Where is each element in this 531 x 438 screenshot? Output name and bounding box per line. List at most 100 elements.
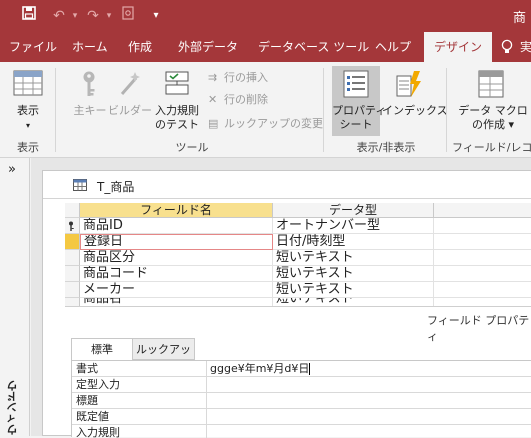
select-all-corner[interactable] [65,203,80,218]
redo-icon[interactable]: ↷ [84,6,102,26]
data-macros-label-line2: の作成 ▾ [471,118,515,131]
tab-lookup[interactable]: ルックアップ [133,338,195,378]
insert-rows-button[interactable]: ⇉ 行の挿入 [208,70,268,86]
delete-rows-icon: ✕ [208,93,218,106]
property-sheet-icon [343,70,369,101]
property-partial-row: 入力規則 [72,425,531,438]
title-bar: ↶ ▾ ↷ ▾ ▾ 商 [0,0,531,32]
property-value-caption[interactable] [207,393,531,409]
row-selector[interactable] [65,218,80,234]
ribbon-divider [446,68,447,152]
tell-me-text-fragment[interactable]: 実 [520,32,531,62]
group-label-view: 表示 [17,141,39,154]
property-value-default-value[interactable] [207,409,531,425]
key-icon [80,70,98,101]
modify-lookups-label: ルックアップの変更 [224,117,323,130]
row-selector[interactable] [65,298,80,306]
print-preview-icon[interactable] [120,6,136,26]
tab-general[interactable]: 標準 [71,338,133,360]
tab-create[interactable]: 作成 [128,32,152,62]
group-label-field-record: フィールド/レコード [452,141,531,154]
field-properties-heading: フィールド プロパティ [427,314,530,343]
tab-home[interactable]: ホーム [72,32,108,62]
builder-wand-icon [118,70,142,101]
redo-dropdown-icon[interactable]: ▾ [104,6,114,26]
indexes-lightning-icon [396,70,424,101]
field-name-cell[interactable]: 商品名 [80,298,273,306]
data-macros-label-line1: データ マクロ [458,104,528,117]
tab-database-tools[interactable]: データベース ツール [258,32,369,62]
property-label-caption: 標題 [72,393,207,409]
group-label-tools: ツール [175,141,209,154]
tab-help[interactable]: ヘルプ [375,32,411,62]
column-header-field-name[interactable]: フィールド名 [80,203,273,218]
tab-file[interactable]: ファイル [9,32,57,62]
description-cell[interactable] [434,266,531,282]
property-value-format[interactable]: ggge¥年m¥月d¥日 [207,361,531,377]
description-cell[interactable] [434,218,531,234]
row-selector[interactable] [65,266,80,282]
data-type-cell[interactable]: 短いテキスト [273,282,434,298]
undo-icon[interactable]: ↶ [50,6,68,26]
create-data-macros-button[interactable]: データ マクロ の作成 ▾ [458,70,528,136]
modify-lookups-button[interactable]: ▤ ルックアップの変更 [208,116,323,132]
tab-design[interactable]: デザイン [424,32,493,62]
test-rules-label-line2: のテスト [155,118,199,131]
modify-lookups-icon: ▤ [208,117,219,130]
description-cell[interactable] [434,282,531,298]
data-type-cell[interactable]: オートナンバー型 [273,218,434,234]
undo-dropdown-icon[interactable]: ▾ [70,6,80,26]
test-rules-label-line1: 入力規則 [155,104,199,117]
column-header-data-type[interactable]: データ型 [273,203,434,218]
document-tab[interactable]: T_商品 [43,171,531,199]
data-type-cell[interactable]: 短いテキスト [273,298,434,306]
tab-external-data[interactable]: 外部データ [178,32,238,62]
field-name-cell[interactable]: メーカー [80,282,273,298]
test-validation-rules-button[interactable]: 入力規則 のテスト [150,70,204,136]
group-label-show-hide: 表示/非表示 [356,141,416,154]
customize-qat-icon[interactable]: ▾ [150,6,162,26]
description-cell[interactable] [434,250,531,266]
property-value-input-mask[interactable] [207,377,531,393]
builder-label: ビルダー [108,104,152,117]
delete-rows-button[interactable]: ✕ 行の削除 [208,92,268,108]
ribbon-divider [323,68,324,152]
field-grid-partial-row: 商品名 短いテキスト [65,298,531,306]
row-selector[interactable] [65,282,80,298]
insert-rows-icon: ⇉ [208,71,218,84]
property-label-validation-rule: 入力規則 [72,425,207,438]
document-tab-title: T_商品 [97,180,135,194]
data-type-cell[interactable]: 日付/時刻型 [273,234,434,250]
property-sheet-button[interactable]: プロパティ シート [332,66,387,136]
property-value-validation-rule[interactable] [207,425,531,438]
column-header-description[interactable] [434,203,531,218]
expand-nav-pane-icon[interactable]: » [8,162,16,177]
data-type-cell[interactable]: 短いテキスト [273,266,434,282]
table-icon [73,179,87,194]
description-cell[interactable] [434,234,531,250]
property-sheet-label-line1: プロパティ [332,104,387,117]
save-icon[interactable] [20,6,38,26]
datasheet-view-icon [13,70,43,99]
field-name-cell[interactable]: 商品区分 [80,250,273,266]
property-label-default-value: 既定値 [72,409,207,425]
data-type-cell[interactable]: 短いテキスト [273,250,434,266]
delete-rows-label: 行の削除 [224,93,268,106]
navigation-pane-title: ウィンドウ [6,380,19,435]
row-selector[interactable] [65,250,80,266]
lightbulb-icon[interactable] [501,32,513,62]
indexes-button[interactable]: インデックス [382,70,448,120]
field-name-cell-selected[interactable]: 登録日 [80,234,273,250]
field-name-cell[interactable]: 商品ID [80,218,273,234]
pane-splitter[interactable] [65,306,531,307]
property-grid: 書式 ggge¥年m¥月d¥日 定型入力 標題 既定値 入力規則 [71,360,531,438]
ribbon: 表示 ▾ 表示 主キー ビルダー 入力規則 のテスト ⇉ 行の挿入 ✕ 行の削除 ▤… [0,62,531,158]
view-button-label: 表示 [17,104,39,117]
builder-button[interactable]: ビルダー [108,70,152,120]
view-dropdown-icon: ▾ [25,121,30,130]
view-button[interactable]: 表示 ▾ [8,70,48,136]
row-selector-current[interactable] [65,234,80,250]
data-macros-icon [478,70,504,101]
property-label-input-mask: 定型入力 [72,377,207,393]
field-name-cell[interactable]: 商品コード [80,266,273,282]
